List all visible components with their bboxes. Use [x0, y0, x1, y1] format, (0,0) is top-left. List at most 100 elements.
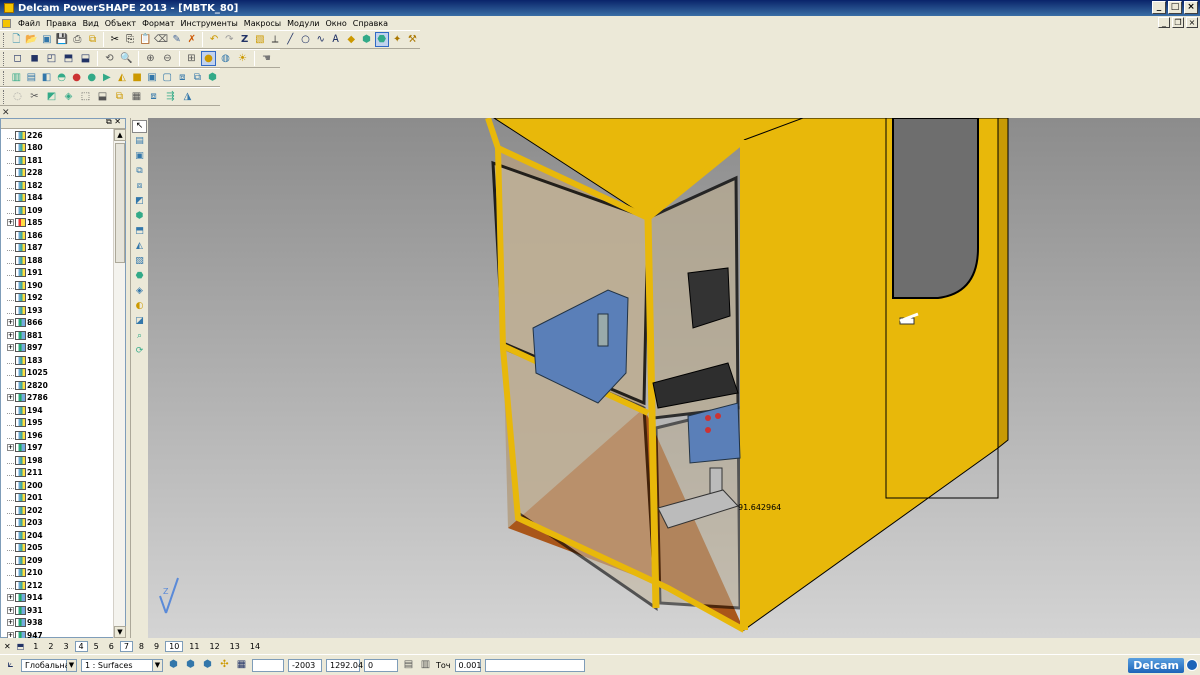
- select-window-icon[interactable]: ▣: [132, 150, 147, 163]
- menu-view[interactable]: Вид: [80, 19, 102, 28]
- shaded-icon[interactable]: ●: [201, 51, 216, 66]
- solid-wedge-icon[interactable]: ◭: [115, 70, 128, 85]
- tree-item[interactable]: 203: [1, 517, 114, 530]
- select-image-icon[interactable]: ▧: [132, 255, 147, 268]
- menu-tools[interactable]: Инструменты: [178, 19, 241, 28]
- expand-icon[interactable]: +: [7, 606, 14, 614]
- toolbar-grip[interactable]: [3, 89, 6, 104]
- tree-item[interactable]: 212: [1, 579, 114, 592]
- tree-item[interactable]: 183: [1, 354, 114, 367]
- view-tab-11[interactable]: 11: [185, 641, 203, 652]
- shaded-wire-icon[interactable]: ◍: [218, 51, 233, 66]
- panel-controls-icon[interactable]: ⧉ ✕: [106, 117, 121, 127]
- coordinate-mode-icon[interactable]: ▥: [418, 658, 433, 673]
- expand-icon[interactable]: +: [7, 444, 14, 452]
- chevron-down-icon[interactable]: ▼: [67, 658, 77, 672]
- surface-box-icon[interactable]: ⬓: [95, 89, 110, 104]
- grid-icon[interactable]: ▦: [234, 658, 249, 673]
- select-surface-icon[interactable]: ⬒: [132, 225, 147, 238]
- tree-item[interactable]: 187: [1, 242, 114, 255]
- surface-wire-icon[interactable]: ◌: [10, 89, 25, 104]
- tools-icon[interactable]: ⚒: [406, 32, 419, 47]
- rotate-view-icon[interactable]: ⟲: [102, 51, 117, 66]
- select-level-icon[interactable]: ◩: [132, 195, 147, 208]
- tree-item[interactable]: 201: [1, 492, 114, 505]
- tree-item[interactable]: 2820: [1, 379, 114, 392]
- close-panel-icon[interactable]: ✕: [2, 108, 10, 118]
- tree-item[interactable]: 109: [1, 204, 114, 217]
- zoom-out-icon[interactable]: ⊖: [160, 51, 175, 66]
- toolbar-grip[interactable]: [3, 51, 6, 66]
- doc-close-button[interactable]: ×: [1186, 17, 1198, 28]
- tree-item[interactable]: 195: [1, 417, 114, 430]
- level-select[interactable]: 1 : Surfaces ▼: [81, 658, 163, 672]
- surface-morph-icon[interactable]: ◮: [180, 89, 195, 104]
- solid-feature-icon[interactable]: ▣: [146, 70, 159, 85]
- tree-item[interactable]: +938: [1, 617, 114, 630]
- tree-item[interactable]: 180: [1, 142, 114, 155]
- dimension-icon[interactable]: ⟂: [268, 32, 281, 47]
- tree-item[interactable]: +914: [1, 592, 114, 605]
- tree-item[interactable]: 190: [1, 279, 114, 292]
- view-front-icon[interactable]: ◼: [27, 51, 42, 66]
- electrode-icon[interactable]: ✦: [391, 32, 404, 47]
- y-coordinate-field[interactable]: 1292.04: [326, 658, 363, 672]
- image-icon[interactable]: ▧: [253, 32, 266, 47]
- cancel-selection-icon[interactable]: ✗: [185, 32, 198, 47]
- curve-icon[interactable]: ∿: [314, 32, 327, 47]
- tolerance-field[interactable]: 0.001: [454, 658, 481, 672]
- primitive-block-icon[interactable]: ▥: [10, 70, 23, 85]
- solid-history-icon[interactable]: ⧉: [191, 70, 204, 85]
- doc-minimize-button[interactable]: _: [1158, 17, 1170, 28]
- select-search-icon[interactable]: ⌕: [132, 330, 147, 343]
- surface-grid-icon[interactable]: ▦: [129, 89, 144, 104]
- select-curve-icon[interactable]: ◭: [132, 240, 147, 253]
- surface-analysis-icon[interactable]: ⧈: [146, 89, 161, 104]
- menu-file[interactable]: Файл: [15, 19, 43, 28]
- tree-item[interactable]: 188: [1, 254, 114, 267]
- tree-item[interactable]: 181: [1, 154, 114, 167]
- surface-patch-icon[interactable]: ◩: [44, 89, 59, 104]
- print-icon[interactable]: ⎙: [71, 32, 84, 47]
- menu-edit[interactable]: Правка: [43, 19, 79, 28]
- workplane-icon[interactable]: Z: [238, 32, 251, 47]
- view-tab-14[interactable]: 14: [246, 641, 264, 652]
- chevron-down-icon[interactable]: ▼: [153, 658, 163, 672]
- tree-scrollbar[interactable]: ▲ ▼: [113, 129, 126, 638]
- view-tab-9[interactable]: 9: [150, 641, 163, 652]
- tree-item[interactable]: 226: [1, 129, 114, 142]
- solid-sphere-icon[interactable]: ●: [70, 70, 83, 85]
- surface-icon[interactable]: ◆: [345, 32, 358, 47]
- select-box-icon[interactable]: ⧉: [132, 165, 147, 178]
- surface-offset-icon[interactable]: ⬚: [78, 89, 93, 104]
- tree-item[interactable]: +185: [1, 217, 114, 230]
- solid-boolean-icon[interactable]: ⧈: [176, 70, 189, 85]
- view-tab-8[interactable]: 8: [135, 641, 148, 652]
- scroll-thumb[interactable]: [115, 143, 125, 263]
- solid-icon[interactable]: ⬢: [360, 32, 373, 47]
- view-tab-3[interactable]: 3: [59, 641, 72, 652]
- doc-restore-button[interactable]: ❐: [1172, 17, 1184, 28]
- view-tab-10[interactable]: 10: [165, 640, 184, 652]
- workplane-select[interactable]: Глобальна ▼: [21, 658, 77, 672]
- tree-item[interactable]: 182: [1, 179, 114, 192]
- view-iso-icon[interactable]: ⬒: [61, 51, 76, 66]
- tree-item[interactable]: +881: [1, 329, 114, 342]
- view-tab-12[interactable]: 12: [205, 641, 223, 652]
- select-arrow-icon[interactable]: ↖: [132, 120, 147, 133]
- view-tab-4[interactable]: 4: [74, 640, 88, 652]
- copy-model-icon[interactable]: ⧉: [86, 32, 99, 47]
- expand-icon[interactable]: +: [7, 219, 14, 227]
- tree-item[interactable]: +197: [1, 442, 114, 455]
- tree-item[interactable]: 196: [1, 429, 114, 442]
- tree-item[interactable]: 205: [1, 542, 114, 555]
- edit-icon[interactable]: ✎: [170, 32, 183, 47]
- assembly-icon[interactable]: ⬣: [375, 32, 389, 47]
- select-group-icon[interactable]: ◪: [132, 315, 147, 328]
- view-iso2-icon[interactable]: ⬓: [78, 51, 93, 66]
- save-icon[interactable]: 💾: [55, 32, 68, 47]
- x-coordinate-field[interactable]: -2003: [288, 658, 322, 672]
- model-icon[interactable]: ▣: [40, 32, 53, 47]
- zoom-icon[interactable]: 🔍: [119, 51, 134, 66]
- expand-icon[interactable]: +: [7, 594, 14, 602]
